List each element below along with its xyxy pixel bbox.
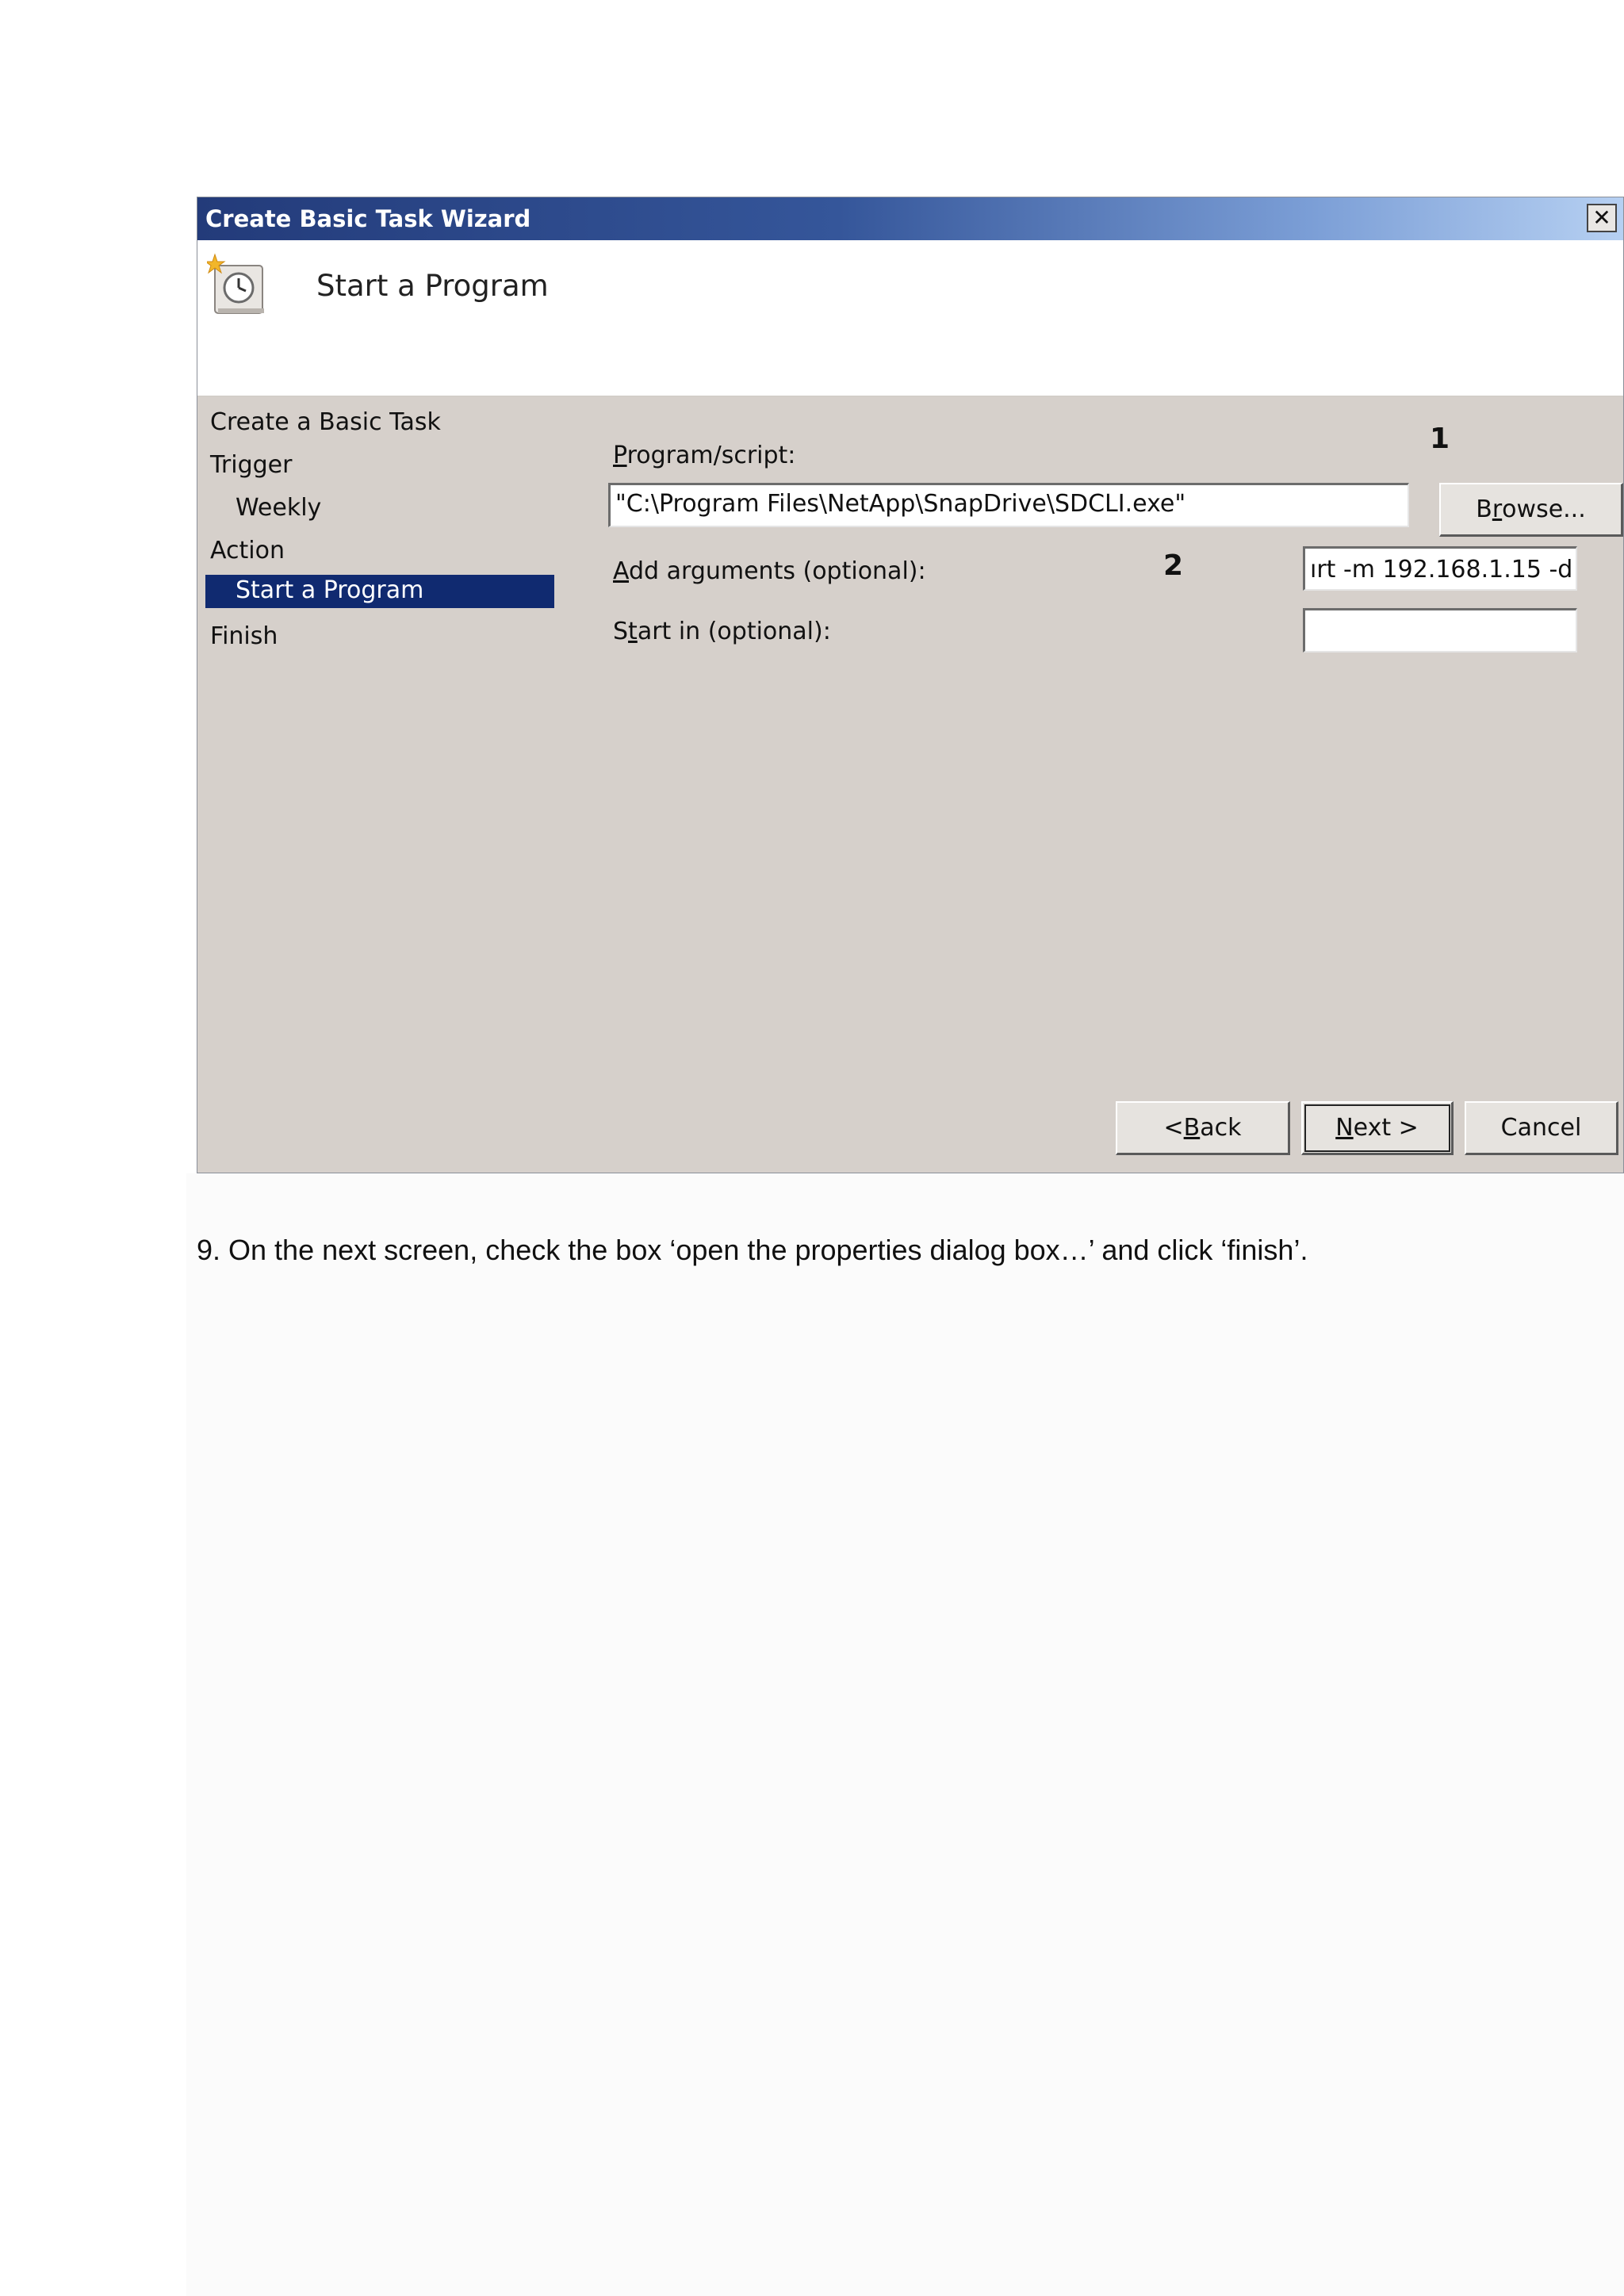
back-label-rest: ack [1200,1114,1242,1142]
add-arguments-input[interactable]: ırt -m 192.168.1.15 -d D:\ [1303,546,1577,591]
startin-label-rest: art in (optional): [637,618,831,645]
callout-number-1: 1 [1430,423,1450,455]
args-label-accesskey: A [613,557,629,585]
dialog-title: Create Basic Task Wizard [205,205,531,232]
add-arguments-label: Add arguments (optional): [613,557,926,585]
args-label-text: dd arguments (optional): [629,557,926,585]
back-label-accesskey: B [1183,1114,1201,1142]
back-button[interactable]: < Back [1116,1101,1290,1155]
program-label-text: rogram/script: [626,442,796,469]
start-in-input[interactable] [1303,608,1577,652]
start-in-label: Start in (optional): [613,618,831,645]
create-basic-task-wizard-dialog: Create Basic Task Wizard ✕ Start a Progr… [197,197,1624,1173]
page-heading: Start a Program [316,269,549,303]
browse-label-accesskey: r [1492,496,1503,523]
nav-item-finish[interactable]: Finish [210,622,278,650]
next-button[interactable]: Next > [1301,1101,1454,1155]
program-label-accesskey: P [613,442,627,469]
back-label-prefix: < [1163,1114,1184,1142]
program-script-input[interactable]: "C:\Program Files\NetApp\SnapDrive\SDCLI… [608,483,1409,527]
cancel-button[interactable]: Cancel [1465,1101,1618,1155]
browse-button[interactable]: Br owse... [1439,483,1623,537]
browse-label-prefix: B [1476,496,1492,523]
next-label-rest: ext > [1353,1114,1419,1142]
close-icon: ✕ [1592,205,1611,231]
nav-item-action[interactable]: Action [210,537,285,564]
nav-item-weekly[interactable]: Weekly [236,494,321,522]
clock-task-icon [207,253,264,314]
close-button[interactable]: ✕ [1587,204,1617,232]
program-script-value: "C:\Program Files\NetApp\SnapDrive\SDCLI… [615,490,1186,518]
nav-item-start-a-program[interactable]: Start a Program [205,575,554,608]
add-arguments-value: ırt -m 192.168.1.15 -d D:\ [1310,556,1576,584]
dialog-titlebar[interactable]: Create Basic Task Wizard ✕ [197,197,1623,240]
startin-label-accesskey: t [628,618,638,645]
browse-label-rest: owse... [1502,496,1586,523]
page-background-shade [186,1173,1624,2296]
next-label-accesskey: N [1335,1114,1354,1142]
nav-item-create-basic-task[interactable]: Create a Basic Task [210,408,441,436]
wizard-header: Start a Program [197,240,1623,396]
instruction-step-9: 9. On the next screen, check the box ‘op… [197,1234,1308,1266]
callout-number-2: 2 [1163,549,1184,582]
wizard-step-nav: Create a Basic Task Trigger Weekly Actio… [197,396,578,1173]
program-script-label: Program/script: [613,442,795,469]
startin-label-prefix: S [613,618,629,645]
nav-item-trigger[interactable]: Trigger [210,451,292,479]
